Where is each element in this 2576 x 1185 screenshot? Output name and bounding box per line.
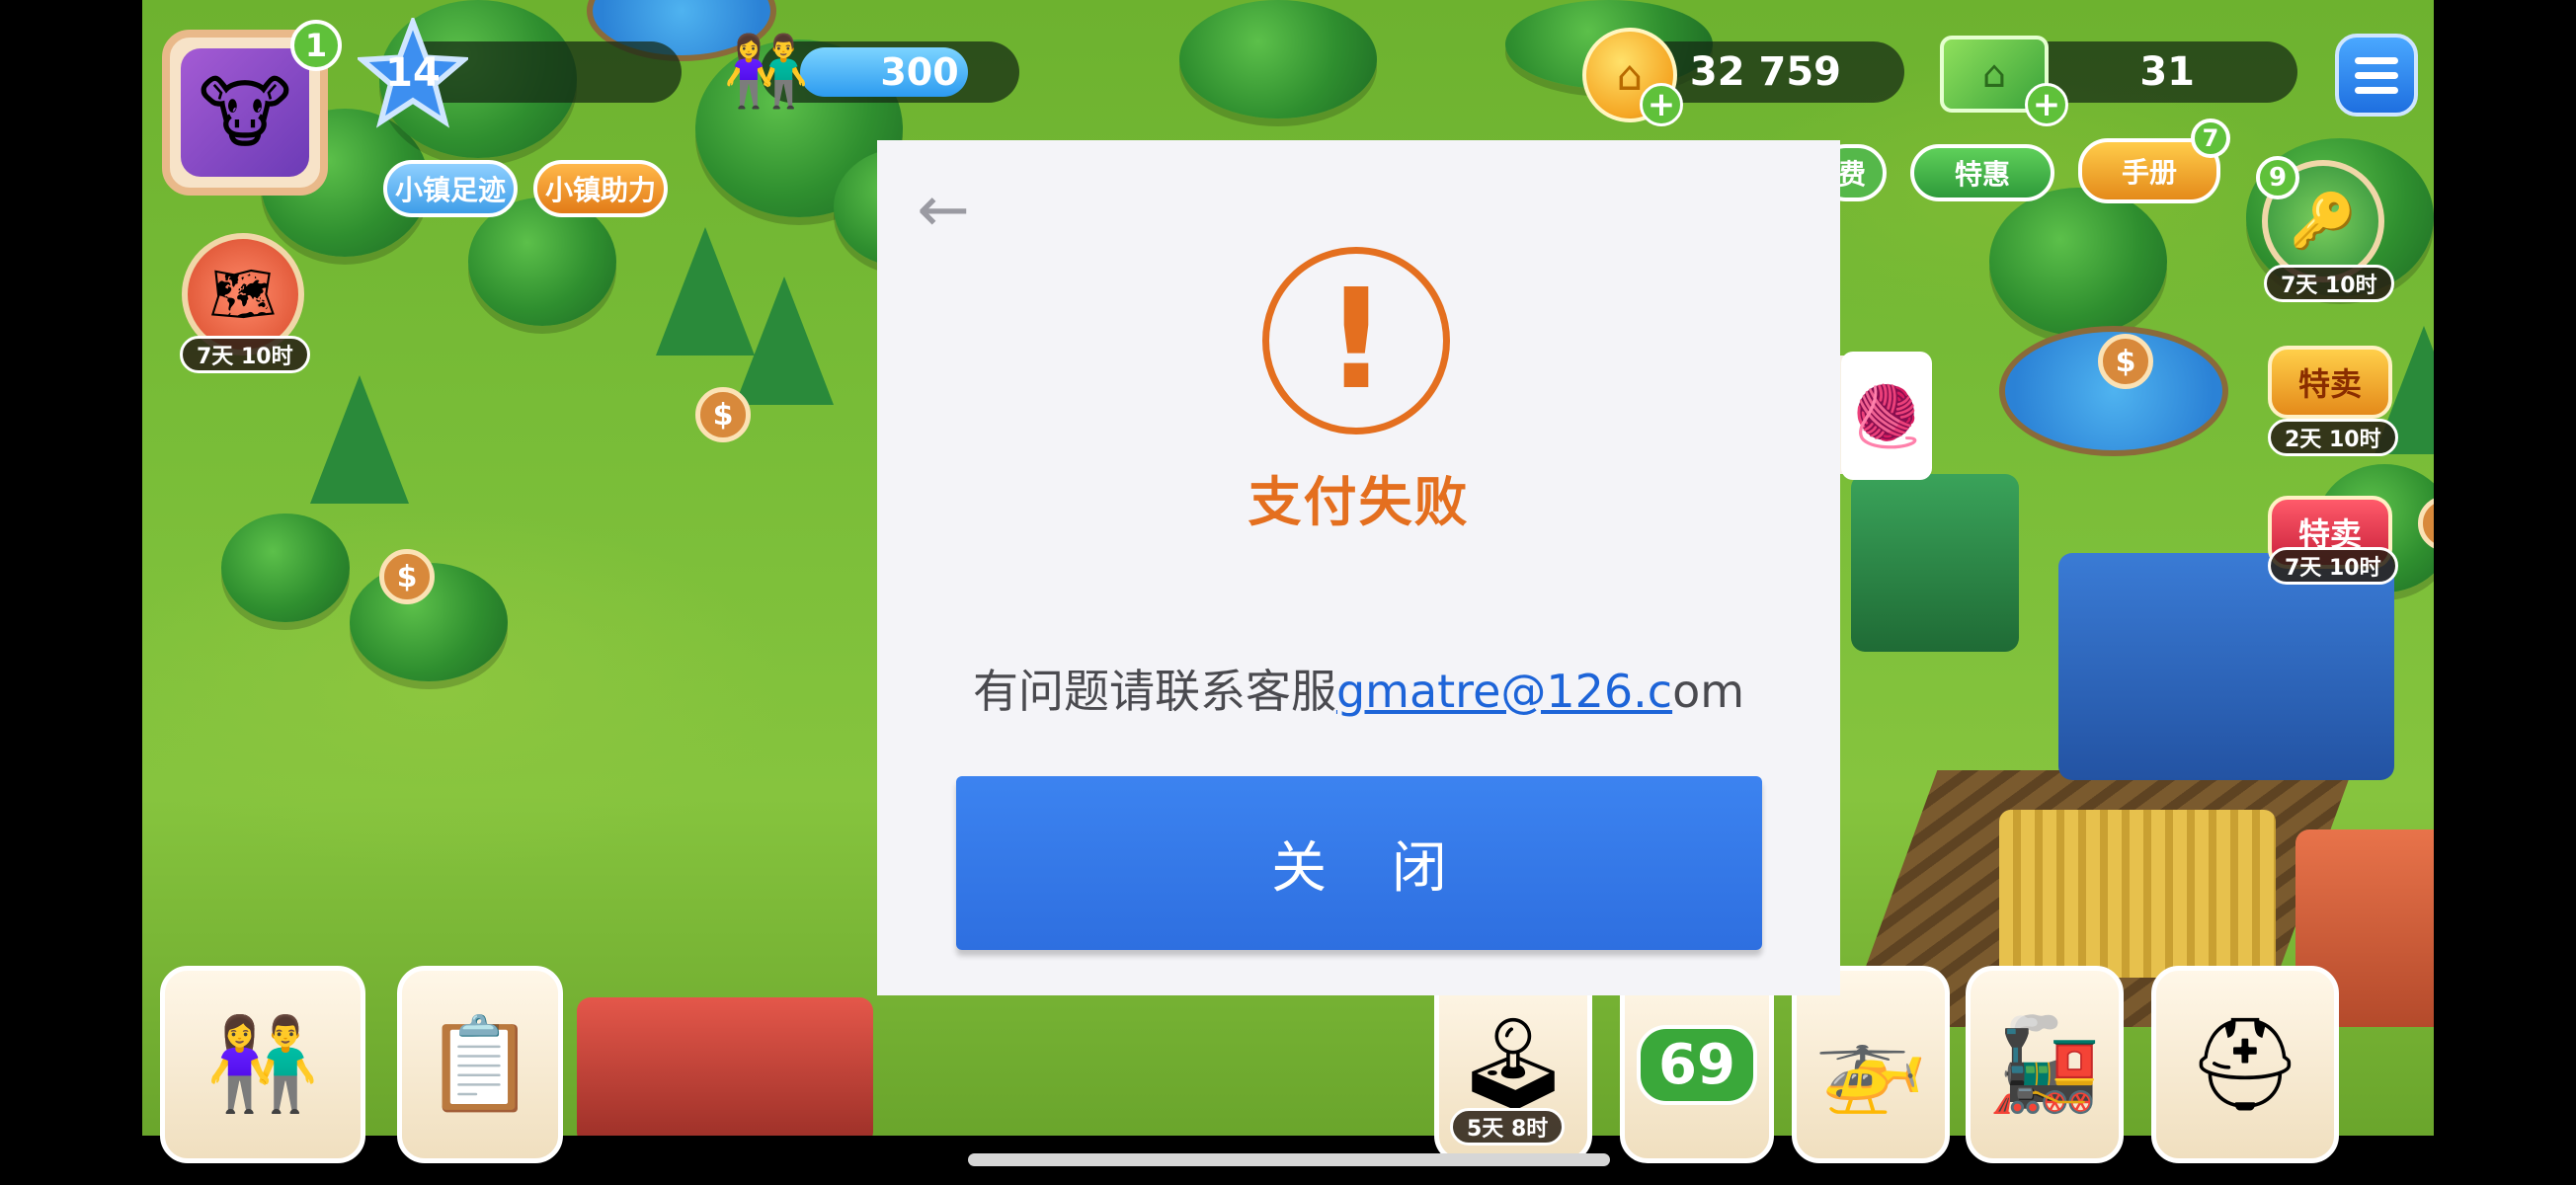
contact-prefix: 有问题请联系客服 [972, 665, 1336, 718]
back-arrow-icon[interactable]: ← [909, 176, 978, 245]
dollar-sign-icon[interactable]: $ [695, 387, 751, 442]
build-button[interactable]: ⛑ [2151, 966, 2339, 1163]
level-badge: 69 [1637, 1024, 1757, 1105]
add-coins-button[interactable]: + [1640, 83, 1683, 126]
friends-button[interactable]: 👫 [160, 966, 365, 1163]
dialog-title: 支付失败 [1248, 471, 1470, 533]
key-event-badge: 9 [2256, 156, 2299, 199]
avatar-notification-badge: 1 [290, 20, 342, 71]
hard-hat-icon: ⛑ [2187, 1011, 2303, 1117]
tab-special-offer[interactable]: 特惠 [1910, 144, 2054, 201]
clipboard-icon: 📋 [423, 1011, 537, 1117]
sale-badge[interactable]: 特卖 [2268, 346, 2392, 419]
treasure-map-timer: 7天 10时 [180, 336, 310, 373]
helicopter-icon: 🚁 [1813, 1011, 1928, 1117]
home-indicator[interactable] [968, 1153, 1610, 1166]
key-event-timer: 7天 10时 [2264, 265, 2394, 302]
tab-town-assist[interactable]: 小镇助力 [533, 160, 668, 217]
train-button[interactable]: 🚂 [1966, 966, 2124, 1163]
friends-icon: 👫 [205, 1011, 320, 1117]
close-button[interactable]: 关 闭 [956, 776, 1762, 950]
exclamation-icon: ! [1262, 247, 1450, 434]
hamburger-menu-icon[interactable] [2335, 34, 2418, 117]
dollar-sign-icon[interactable]: $ [2098, 334, 2153, 389]
contact-text: 有问题请联系客服gmatre@126.com [877, 656, 1840, 721]
handbook-badge: 7 [2191, 118, 2230, 158]
contact-email-suffix: om [1672, 665, 1745, 718]
level-progress-button[interactable]: 69 [1620, 966, 1774, 1163]
people-icon: 👫 [723, 30, 810, 112]
sale-timer: 7天 10时 [2268, 547, 2398, 585]
joystick-icon: 🕹 [1455, 1011, 1571, 1117]
tasks-button[interactable]: 📋 [397, 966, 563, 1163]
payment-failed-dialog: ← ! 支付失败 有问题请联系客服gmatre@126.com 关 闭 [877, 140, 1840, 995]
joystick-timer: 5天 8时 [1450, 1108, 1566, 1146]
cash-value: 31 [2139, 49, 2195, 95]
coins-value: 32 759 [1689, 49, 1841, 95]
level-value: 14 [385, 50, 441, 96]
tab-town-footprint[interactable]: 小镇足迹 [383, 160, 518, 217]
cow-avatar-icon: 🐮 [181, 48, 309, 177]
yarn-ball-icon[interactable]: 🧶 [1841, 352, 1932, 480]
train-icon: 🚂 [1987, 1011, 2102, 1117]
helicopter-button[interactable]: 🚁 [1792, 966, 1950, 1163]
population-value: 300 [880, 50, 959, 94]
sale-timer: 2天 10时 [2268, 419, 2398, 456]
star-icon: 14 [358, 18, 468, 128]
support-email-link[interactable]: gmatre@126.c [1336, 665, 1672, 718]
dollar-sign-icon[interactable]: $ [379, 549, 435, 604]
add-cash-button[interactable]: + [2025, 83, 2068, 126]
